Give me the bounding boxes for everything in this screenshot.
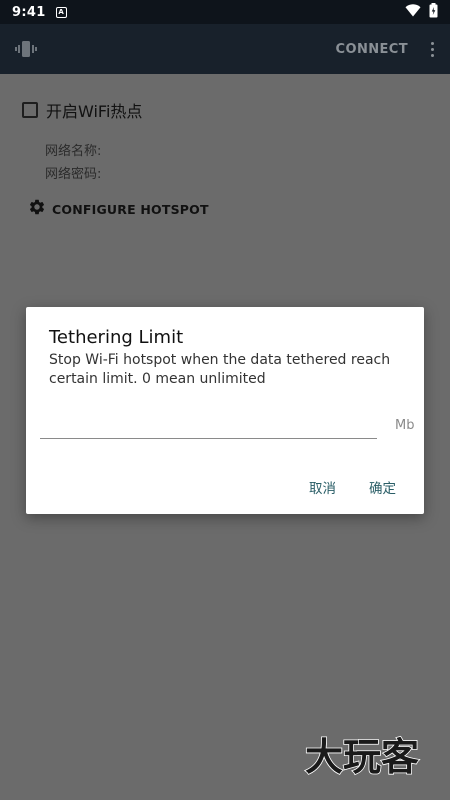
- wifi-icon: [405, 3, 421, 21]
- dialog-message: Stop Wi-Fi hotspot when the data tethere…: [49, 352, 391, 387]
- dialog-title: Tethering Limit: [49, 327, 184, 348]
- data-limit-input[interactable]: [40, 411, 377, 439]
- connect-button[interactable]: CONNECT: [336, 42, 408, 57]
- configure-hotspot-button[interactable]: CONFIGURE HOTSPOT: [28, 198, 209, 220]
- unit-label: Mb: [395, 418, 415, 433]
- battery-icon: [429, 2, 438, 22]
- hotspot-checkbox-label: 开启WiFi热点: [46, 102, 143, 121]
- overflow-menu-icon[interactable]: [428, 41, 436, 57]
- cancel-button[interactable]: 取消: [309, 477, 336, 497]
- status-icons: [405, 2, 438, 22]
- gear-icon: [28, 198, 46, 220]
- notification-a-icon: A: [55, 6, 67, 18]
- status-bar: 9:41 A: [0, 0, 450, 24]
- status-time: 9:41: [12, 4, 46, 20]
- tethering-limit-dialog: Tethering Limit Stop Wi-Fi hotspot when …: [26, 307, 424, 514]
- app-bar: CONNECT: [0, 24, 450, 74]
- vibrate-phone-icon: [14, 37, 38, 61]
- network-name-label: 网络名称:: [45, 144, 102, 159]
- network-password-label: 网络密码:: [45, 167, 102, 182]
- configure-hotspot-label: CONFIGURE HOTSPOT: [52, 201, 209, 217]
- hotspot-checkbox[interactable]: [22, 102, 38, 118]
- hotspot-checkbox-row[interactable]: 开启WiFi热点: [22, 98, 142, 122]
- watermark-text: 大玩客: [305, 735, 419, 778]
- watermark-logo: 大玩客: [304, 734, 420, 778]
- ok-button[interactable]: 确定: [369, 477, 396, 497]
